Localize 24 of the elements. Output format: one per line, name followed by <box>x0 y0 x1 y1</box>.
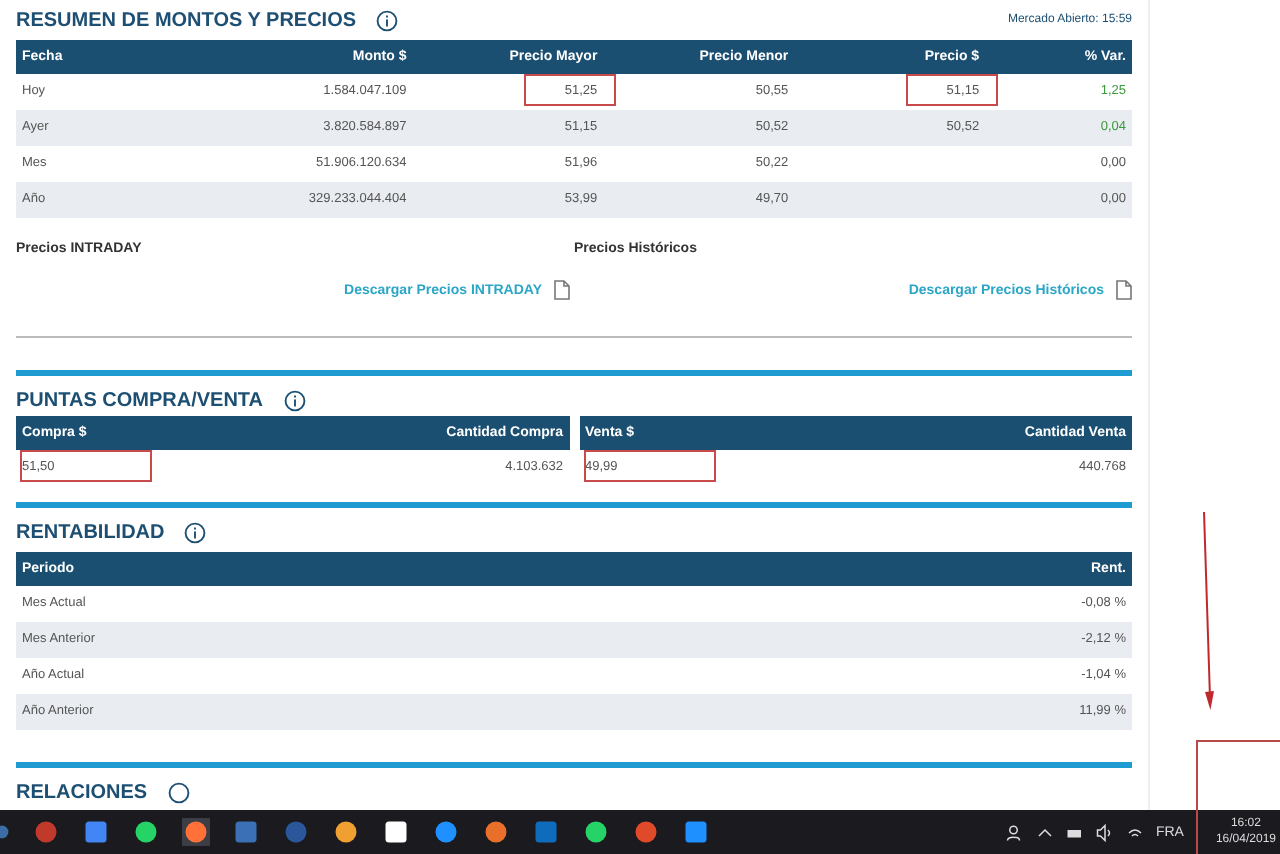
document-icon[interactable] <box>1116 280 1132 300</box>
section-title: RESUMEN DE MONTOS Y PRECIOS <box>16 9 357 31</box>
section-title: RELACIONES <box>16 781 148 803</box>
info-icon[interactable] <box>283 389 306 411</box>
info-icon[interactable] <box>184 521 207 543</box>
speaker-icon[interactable] <box>1095 823 1114 841</box>
info-icon[interactable] <box>167 781 190 803</box>
app-icon[interactable] <box>332 818 360 846</box>
document-icon[interactable] <box>554 280 570 300</box>
info-icon[interactable] <box>376 9 399 31</box>
app-icon[interactable] <box>382 818 410 846</box>
app-icon[interactable] <box>482 818 510 846</box>
section-title: RENTABILIDAD <box>16 521 165 543</box>
highlight-box <box>905 74 998 106</box>
section-title: PUNTAS COMPRA/VENTA <box>16 389 264 411</box>
app-icon[interactable] <box>582 818 610 846</box>
highlight-box <box>1196 740 1280 854</box>
wifi-icon[interactable] <box>1125 823 1144 841</box>
chevron-up-icon[interactable] <box>1035 823 1054 841</box>
people-icon[interactable] <box>1005 823 1024 841</box>
highlight-box <box>523 74 616 106</box>
highlight-box <box>583 450 715 482</box>
highlight-box <box>20 450 152 482</box>
app-icon[interactable] <box>132 818 160 846</box>
